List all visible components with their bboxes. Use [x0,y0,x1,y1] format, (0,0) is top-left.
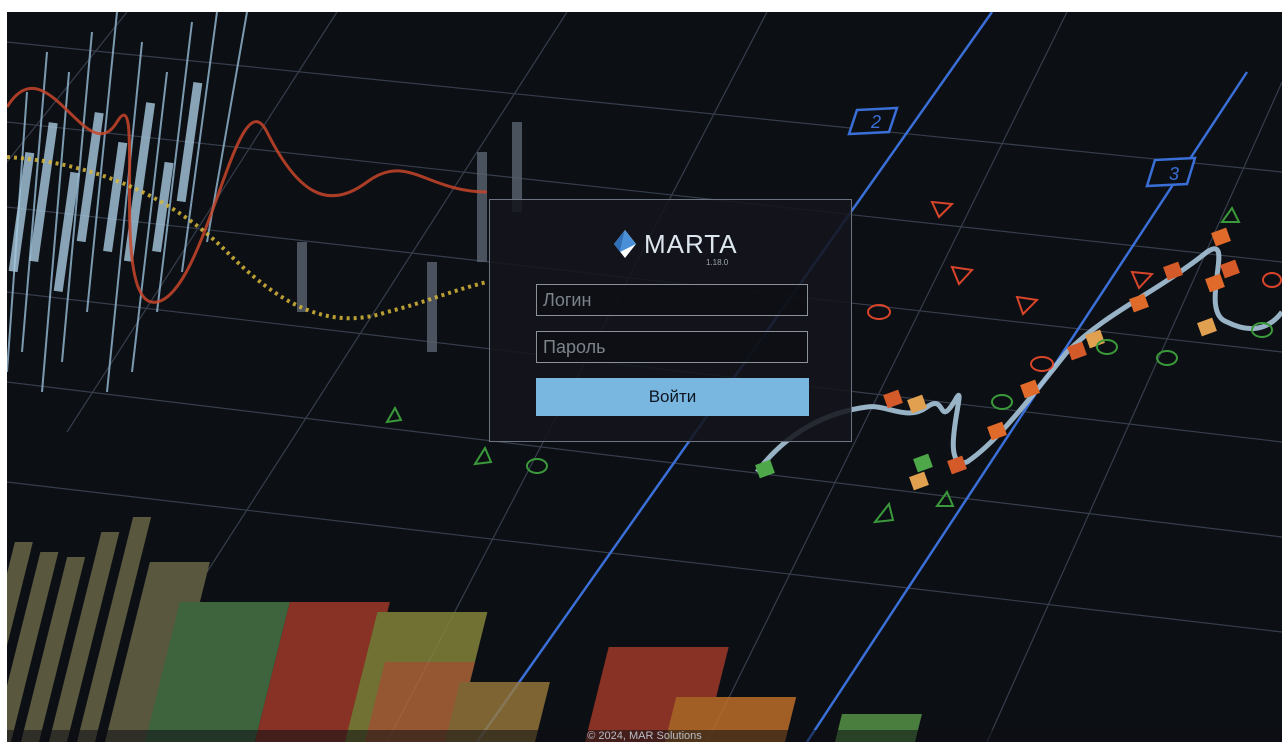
password-input[interactable] [536,331,808,363]
login-panel: MARTA 1.18.0 Войти [489,199,852,442]
chart-marker-3-label: 3 [1169,164,1179,184]
app-name: MARTA [644,229,738,259]
app-version: 1.18.0 [706,258,729,267]
app-logo: MARTA 1.18.0 [614,228,737,268]
marta-diamond-logo-icon [614,230,636,258]
login-screen: 2 3 MARTA 1.18.0 Логин Войти © 2024, MAR… [7,12,1282,742]
chart-marker-2-label: 2 [870,112,881,132]
footer-copyright: © 2024, MAR Solutions [587,730,702,742]
login-button[interactable]: Войти [536,378,809,416]
login-input[interactable] [536,284,808,316]
